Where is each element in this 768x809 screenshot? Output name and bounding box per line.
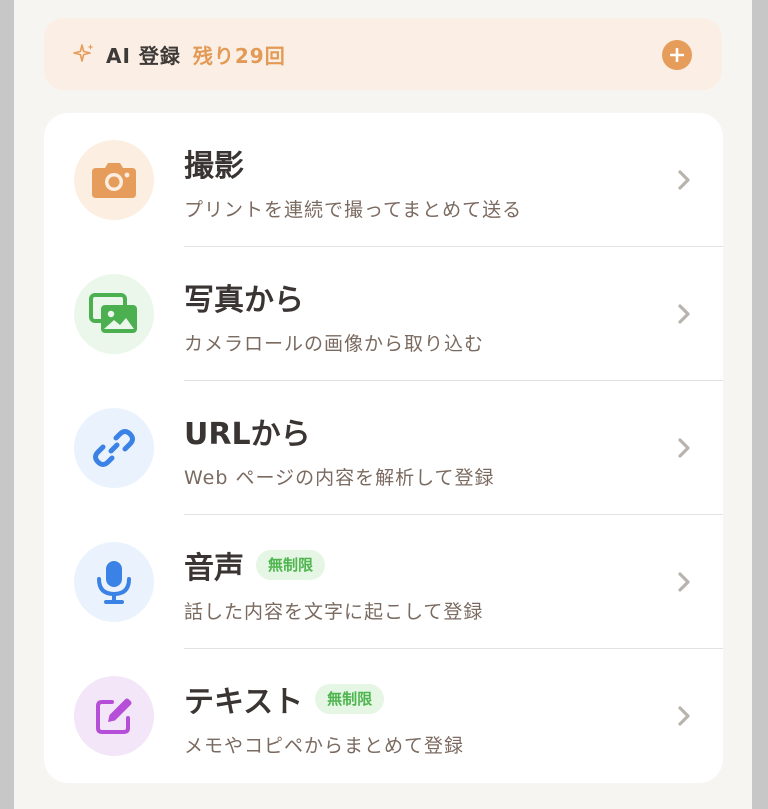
chevron-right-icon [678, 170, 690, 190]
option-url[interactable]: URLから Web ページの内容を解析して登録 [44, 381, 723, 515]
option-title: 音声 無制限 [184, 543, 326, 587]
option-description: プリントを連続で撮ってまとめて送る [184, 199, 523, 221]
edit-icon [96, 698, 132, 734]
option-title: テキスト 無制限 [184, 677, 385, 721]
link-icon [93, 429, 135, 467]
option-camera[interactable]: 撮影 プリントを連続で撮ってまとめて送る [44, 113, 723, 247]
option-voice[interactable]: 音声 無制限 話した内容を文字に起こして登録 [44, 515, 723, 649]
option-title-text: 写真から [184, 283, 304, 318]
option-description: 話した内容を文字に起こして登録 [184, 601, 484, 623]
option-description: カメラロールの画像から取り込む [184, 333, 485, 355]
screen: AI 登録 残り29回 撮影 プリントを連続で撮ってまとめて送る 写真から カメ… [14, 0, 752, 809]
photo-icon [89, 293, 137, 333]
option-title: 写真から [184, 275, 304, 319]
ai-remaining-count: 残り29回 [192, 43, 286, 68]
registration-options-card: 撮影 プリントを連続で撮ってまとめて送る 写真から カメラロールの画像から取り込… [44, 113, 723, 783]
sparkle-icon [72, 42, 96, 66]
edit-icon-circle [74, 676, 154, 756]
option-photos[interactable]: 写真から カメラロールの画像から取り込む [44, 247, 723, 381]
plus-icon [670, 48, 684, 62]
camera-icon [92, 163, 136, 198]
ai-registration-bar: AI 登録 残り29回 [44, 18, 722, 90]
chevron-right-icon [678, 438, 690, 458]
ai-registration-label: AI 登録 [106, 43, 181, 68]
option-title-text: URLから [184, 417, 311, 452]
link-icon-circle [74, 408, 154, 488]
microphone-icon-circle [74, 542, 154, 622]
option-title-text: 音声 [184, 551, 244, 586]
unlimited-badge: 無制限 [315, 684, 385, 714]
add-credits-button[interactable] [662, 40, 692, 70]
option-title: 撮影 [184, 141, 244, 185]
microphone-icon [97, 561, 131, 604]
unlimited-badge: 無制限 [256, 550, 326, 580]
chevron-right-icon [678, 706, 690, 726]
option-description: メモやコピペからまとめて登録 [184, 735, 465, 757]
option-description: Web ページの内容を解析して登録 [184, 467, 495, 489]
option-title-text: 撮影 [184, 149, 244, 184]
chevron-right-icon [678, 304, 690, 324]
option-title: URLから [184, 409, 311, 453]
chevron-right-icon [678, 572, 690, 592]
camera-icon-circle [74, 140, 154, 220]
photo-icon-circle [74, 274, 154, 354]
option-title-text: テキスト [184, 685, 304, 720]
option-text[interactable]: テキスト 無制限 メモやコピペからまとめて登録 [44, 649, 723, 783]
